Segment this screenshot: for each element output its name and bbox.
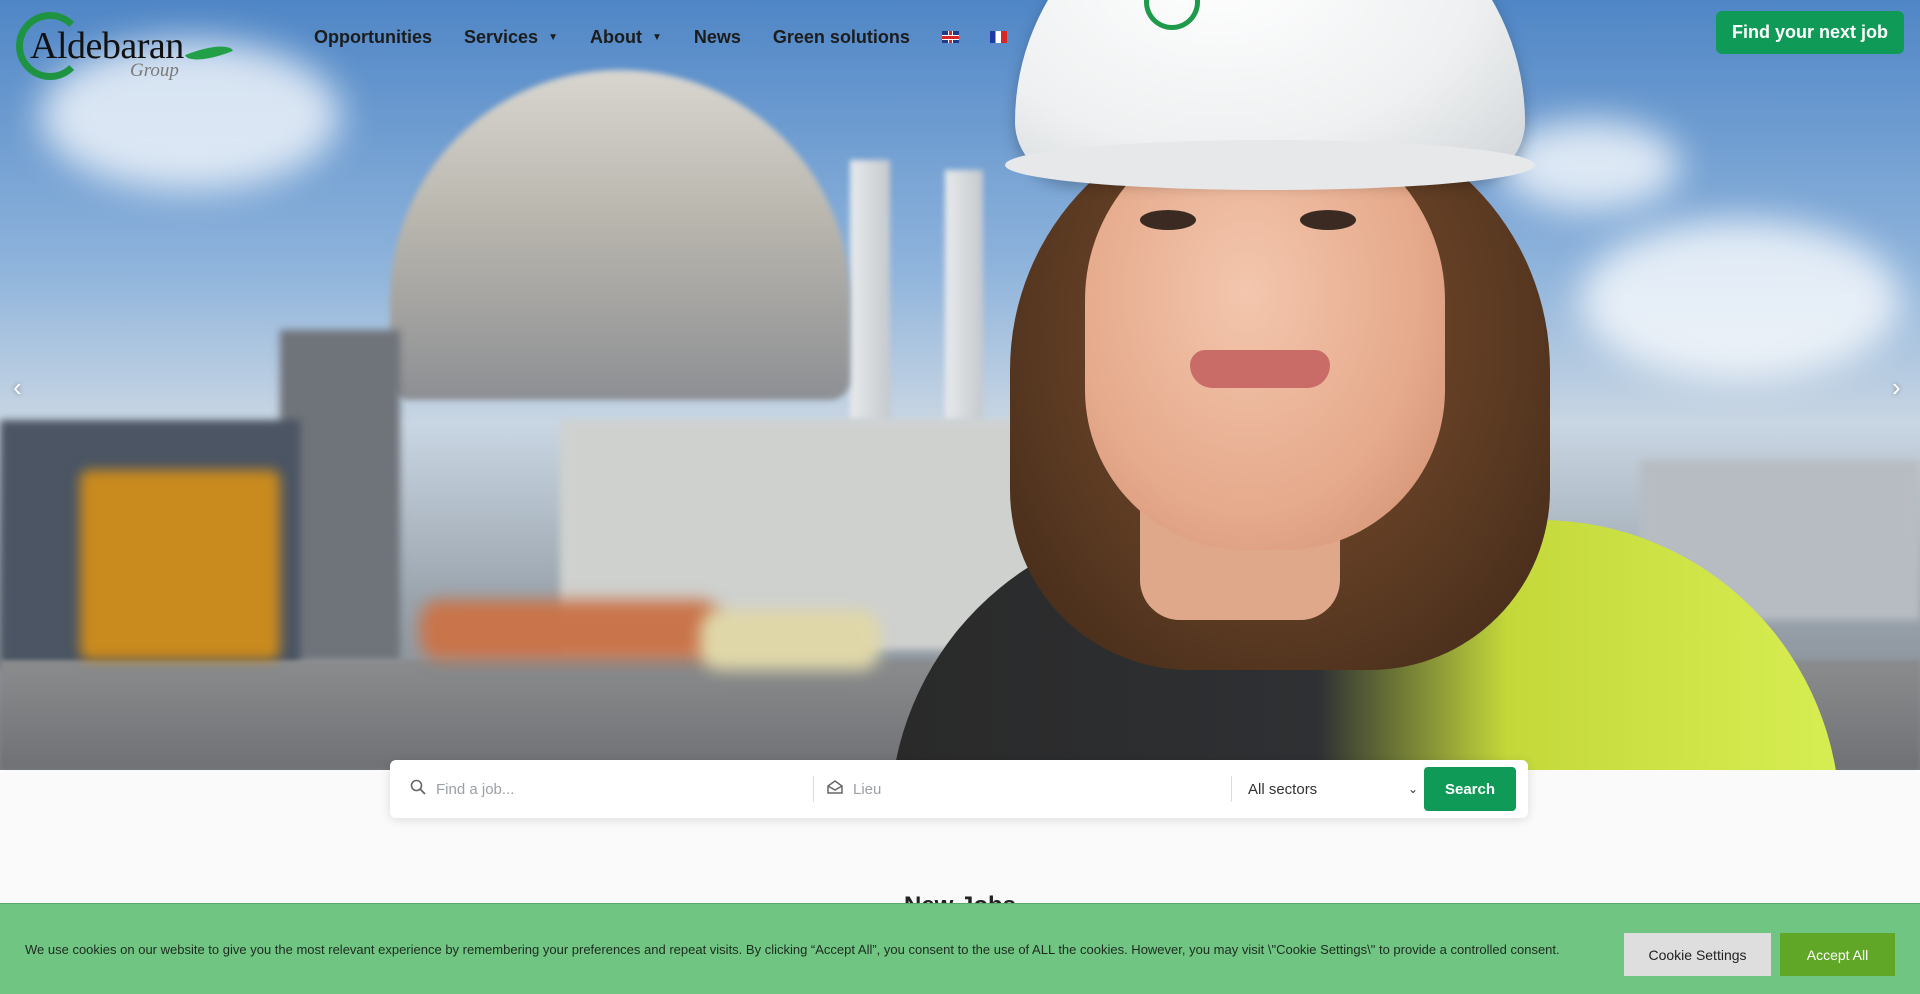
sector-selected-value: All sectors — [1248, 780, 1318, 798]
caret-down-icon: ▼ — [651, 31, 662, 43]
chevron-down-icon: ⌄ — [1407, 782, 1418, 796]
search-icon — [410, 779, 426, 800]
brand-tagline: Group — [130, 60, 179, 81]
nav-item-services[interactable]: Services ▼ — [464, 27, 558, 48]
carousel-prev-icon[interactable]: ‹ — [13, 372, 22, 403]
job-search-input[interactable]: Find a job... — [410, 760, 813, 818]
cookie-text: We use cookies on our website to give yo… — [25, 941, 1560, 957]
divider — [1231, 776, 1232, 802]
main-nav: Opportunities Services ▼ About ▼ News Gr… — [314, 24, 1038, 50]
nav-item-about[interactable]: About ▼ — [590, 27, 662, 48]
brand-logo[interactable]: Aldebaran Group — [16, 10, 233, 90]
cookie-settings-button[interactable]: Cookie Settings — [1624, 933, 1771, 976]
location-input[interactable]: Lieu — [827, 760, 1231, 818]
nav-item-news[interactable]: News — [694, 27, 741, 48]
nav-item-green-solutions[interactable]: Green solutions — [773, 27, 910, 48]
flag-fr-icon[interactable] — [989, 31, 1007, 43]
caret-down-icon: ▼ — [548, 31, 558, 43]
job-search-bar: Find a job... Lieu All sectors ⌄ Search — [390, 760, 1528, 818]
hero-image — [0, 0, 1920, 770]
find-job-button[interactable]: Find your next job — [1716, 11, 1904, 54]
cookie-banner: We use cookies on our website to give yo… — [0, 903, 1920, 994]
nav-item-label: Services — [464, 26, 539, 47]
nav-item-opportunities[interactable]: Opportunities — [314, 27, 432, 48]
nav-item-label: Green solutions — [772, 26, 910, 47]
location-placeholder: Lieu — [853, 780, 882, 798]
location-icon — [827, 779, 843, 800]
divider — [813, 776, 814, 802]
helmet-logo — [1144, 0, 1280, 30]
nav-item-label: News — [693, 26, 741, 47]
leaf-icon — [185, 37, 233, 69]
nav-item-label: Opportunities — [314, 26, 432, 47]
carousel-next-icon[interactable]: › — [1892, 372, 1901, 403]
nav-item-label: About — [589, 26, 642, 47]
search-button[interactable]: Search — [1424, 767, 1516, 811]
sector-select[interactable]: All sectors ⌄ — [1248, 781, 1418, 798]
job-search-placeholder: Find a job... — [436, 780, 515, 798]
accept-all-button[interactable]: Accept All — [1780, 933, 1895, 976]
flag-uk-icon[interactable] — [941, 31, 959, 43]
